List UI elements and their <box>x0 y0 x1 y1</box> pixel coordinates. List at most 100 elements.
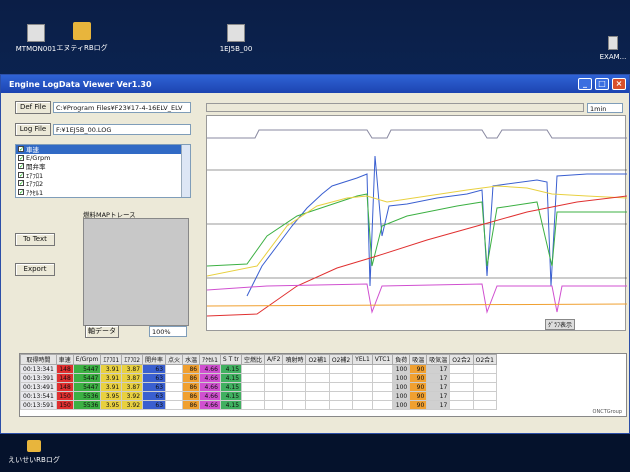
table-cell <box>472 364 498 374</box>
title-bar: Engine LogData Viewer Ver1.30 _ □ × <box>1 75 629 93</box>
table-cell <box>449 400 474 410</box>
checkbox-icon[interactable]: ✓ <box>18 154 24 161</box>
table-cell <box>449 364 474 374</box>
table-cell <box>282 373 307 383</box>
def-file-button[interactable]: Def File <box>15 101 51 114</box>
table-row[interactable]: 00:13:591 150 5536 3.95 3.92 63 86 4.66 4.15 100 9… <box>20 400 498 410</box>
table-cell <box>449 391 474 401</box>
table-cell <box>449 373 474 383</box>
zoom-select[interactable]: 100% <box>149 326 187 337</box>
trace-accel <box>206 283 627 314</box>
table-cell <box>165 400 184 410</box>
column-header[interactable]: S T tr <box>219 354 243 365</box>
column-header[interactable]: O2補2 <box>328 354 354 365</box>
export-button[interactable]: Export <box>15 263 55 276</box>
channel-item[interactable]: ✓ 車速 <box>16 145 190 154</box>
graph-view-label[interactable]: ｸﾞﾗﾌ表示 <box>544 319 575 330</box>
table-cell: 00:13:341 <box>20 364 57 374</box>
table-cell: 3.91 <box>100 382 123 392</box>
column-header[interactable]: 負荷 <box>392 354 411 365</box>
column-header[interactable]: YEL1 <box>352 354 373 365</box>
channel-item[interactable]: ✓ ｱｸｾﾙ1 <box>16 188 190 197</box>
column-header[interactable]: 点火 <box>165 354 184 365</box>
table-cell <box>165 373 184 383</box>
column-header[interactable]: 開弁率 <box>142 354 167 365</box>
desktop-icon-folder-log[interactable]: エヌティRBログ <box>52 22 112 53</box>
table-cell: 148 <box>55 373 74 383</box>
close-button[interactable]: × <box>612 78 626 90</box>
table-cell <box>371 373 394 383</box>
graph-gridlines <box>207 169 627 279</box>
minimize-button[interactable]: _ <box>578 78 592 90</box>
table-cell: 63 <box>142 364 167 374</box>
table-cell: 4.66 <box>199 400 221 410</box>
checkbox-icon[interactable]: ✓ <box>18 180 24 187</box>
column-header[interactable]: 取得時間 <box>20 354 57 365</box>
table-cell <box>328 391 354 401</box>
table-cell <box>328 364 354 374</box>
checkbox-icon[interactable]: ✓ <box>18 163 24 170</box>
table-cell: 3.87 <box>121 373 144 383</box>
table-cell: 3.87 <box>121 364 144 374</box>
table-row[interactable]: 00:13:391 148 5447 3.91 3.87 63 86 4.66 4.15 100 9… <box>20 373 498 383</box>
time-unit-select[interactable]: 1min <box>587 103 623 113</box>
channel-list[interactable]: ✓ 車速 ✓ E/Grpm ✓ 開弁率 ✓ ｴｱﾌﾛ1 ✓ ｴｱﾌﾛ2 ✓ ｱｸｾﾙ1 <box>15 144 191 198</box>
table-cell <box>371 364 394 374</box>
column-header[interactable]: O2合2 <box>449 354 474 365</box>
axis-data-button[interactable]: 軸データ <box>85 325 119 338</box>
column-header[interactable]: ｴｱﾌﾛ2 <box>121 354 144 365</box>
def-file-path-field[interactable]: C:¥Program Files¥F23¥17-4-16ELV_ELV <box>53 102 191 113</box>
checkbox-icon[interactable]: ✓ <box>18 146 24 153</box>
time-scrollbar[interactable] <box>206 103 584 112</box>
column-header[interactable]: O2補1 <box>305 354 330 365</box>
table-cell: 4.15 <box>219 373 243 383</box>
table-cell: 3.91 <box>100 373 123 383</box>
file-icon <box>608 36 618 50</box>
table-cell <box>472 373 498 383</box>
column-header[interactable]: ｴｱﾌﾛ1 <box>100 354 123 365</box>
table-cell: 63 <box>142 400 167 410</box>
table-cell: 17 <box>426 382 451 392</box>
column-header[interactable]: 噴射時 <box>282 354 307 365</box>
column-header[interactable]: E/Grpm <box>72 354 102 365</box>
column-header[interactable]: 吸気温 <box>426 354 451 365</box>
table-cell <box>305 364 330 374</box>
table-row[interactable]: 00:13:491 148 5447 3.91 3.87 63 86 4.66 4.15 100 9… <box>20 382 498 392</box>
table-cell: 17 <box>426 364 451 374</box>
column-header[interactable]: 吸温 <box>409 354 428 365</box>
desktop-icon-label: MTMON001 <box>15 45 57 53</box>
table-cell <box>305 391 330 401</box>
maximize-button[interactable]: □ <box>595 78 609 90</box>
column-header[interactable]: 水温 <box>182 354 201 365</box>
table-cell: 4.15 <box>219 382 243 392</box>
checkbox-icon[interactable]: ✓ <box>18 188 24 195</box>
table-cell: 4.66 <box>199 373 221 383</box>
desktop-icon-label: エヌティRBログ <box>56 44 108 52</box>
table-cell <box>165 391 184 401</box>
log-file-button[interactable]: Log File <box>15 123 51 136</box>
column-header[interactable]: VTC1 <box>371 354 394 365</box>
column-header[interactable]: 空燃比 <box>241 354 266 365</box>
desktop-icon-eisei-log[interactable]: えいせいRBログ <box>4 428 64 465</box>
to-text-button[interactable]: To Text <box>15 233 55 246</box>
channel-list-scrollbar[interactable] <box>181 145 190 197</box>
log-file-path-field[interactable]: F:¥1EJ5B_00.LOG <box>53 124 191 135</box>
table-cell <box>352 400 373 410</box>
table-cell: 100 <box>392 400 411 410</box>
desktop-icon-1ej5b[interactable]: 1EJ5B_00 <box>206 24 266 53</box>
table-row[interactable]: 00:13:341 148 5447 3.91 3.87 63 86 4.66 4.15 100 9… <box>20 364 498 374</box>
checkbox-icon[interactable]: ✓ <box>18 171 24 178</box>
table-cell <box>352 364 373 374</box>
table-row[interactable]: 00:13:541 150 5536 3.95 3.92 63 86 4.66 4.15 100 9… <box>20 391 498 401</box>
column-header[interactable]: O2合1 <box>472 354 498 365</box>
desktop-icon-label: 1EJ5B_00 <box>219 45 253 53</box>
column-header[interactable]: ｱｸｾﾙ1 <box>199 354 221 365</box>
column-header[interactable]: 車速 <box>55 354 74 365</box>
desktop-icon-exam[interactable]: EXAM... <box>596 36 630 61</box>
column-header[interactable]: A/F2 <box>264 354 284 365</box>
table-cell: 90 <box>409 400 428 410</box>
table-cell: 00:13:491 <box>20 382 57 392</box>
table-cell: 148 <box>55 382 74 392</box>
status-text: ONCTGroup <box>592 409 622 415</box>
log-graph[interactable]: ｸﾞﾗﾌ表示 <box>206 115 628 331</box>
